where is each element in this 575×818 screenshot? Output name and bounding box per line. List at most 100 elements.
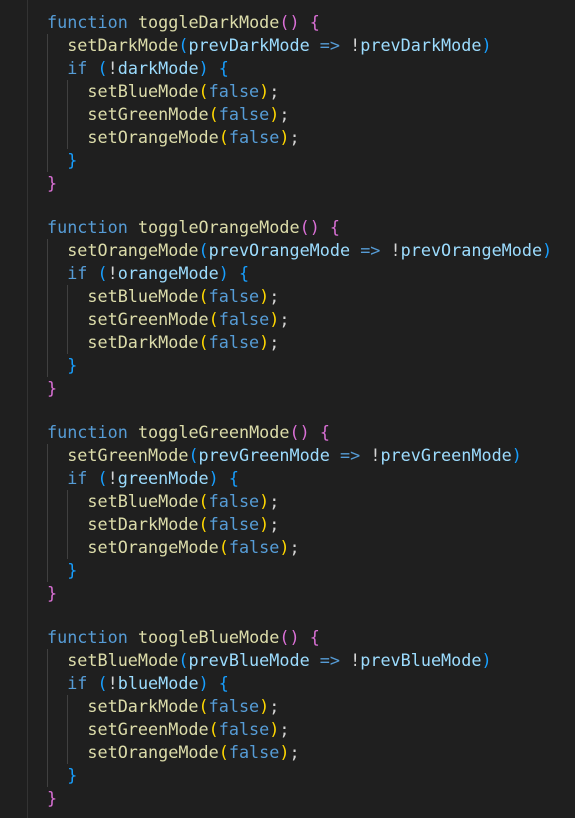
code-line[interactable]: setOrangeMode(prevOrangeMode => !prevOra… xyxy=(67,239,552,262)
setter-call: setBlueMode xyxy=(87,491,199,511)
brace: } xyxy=(47,173,58,193)
semicolon: ; xyxy=(269,491,280,511)
setter-call: setOrangeMode xyxy=(87,127,219,147)
code-line[interactable]: setDarkMode(false); xyxy=(87,695,279,718)
code-line[interactable]: setDarkMode(prevDarkMode => !prevDarkMod… xyxy=(67,34,491,57)
semicolon: ; xyxy=(289,742,300,762)
brace: { xyxy=(309,12,320,32)
code-line[interactable]: setDarkMode(false); xyxy=(87,513,279,536)
arrow-operator: => xyxy=(340,445,361,465)
false-literal: false xyxy=(208,696,260,716)
semicolon: ; xyxy=(289,537,300,557)
setter-call: setOrangeMode xyxy=(87,742,219,762)
code-line[interactable]: function toogleBlueMode() { xyxy=(47,626,320,649)
code-line[interactable]: } xyxy=(67,149,77,172)
setter-call: setBlueMode xyxy=(67,650,179,670)
code-line[interactable]: setBlueMode(false); xyxy=(87,285,279,308)
brace: } xyxy=(67,150,78,170)
paren: ( xyxy=(198,491,209,511)
paren: ( xyxy=(208,104,219,124)
code-line[interactable]: } xyxy=(47,377,57,400)
semicolon: ; xyxy=(279,719,290,739)
code-line[interactable]: setDarkMode(false); xyxy=(87,331,279,354)
false-literal: false xyxy=(218,104,270,124)
brace: { xyxy=(329,217,341,237)
if-keyword: if xyxy=(67,468,88,488)
function-name: toggleDarkMode xyxy=(137,12,280,32)
paren: ( xyxy=(198,81,209,101)
brace: { xyxy=(239,263,250,283)
code-line[interactable]: } xyxy=(67,354,77,377)
false-literal: false xyxy=(228,127,280,147)
paren: ( xyxy=(208,309,219,329)
semicolon: ; xyxy=(269,696,280,716)
false-literal: false xyxy=(228,742,280,762)
code-line[interactable]: if (!blueMode) { xyxy=(67,672,229,695)
code-line[interactable]: } xyxy=(47,582,57,605)
code-line[interactable]: if (!darkMode) { xyxy=(67,57,229,80)
if-keyword: if xyxy=(67,673,88,693)
false-literal: false xyxy=(218,309,270,329)
if-keyword: if xyxy=(67,58,88,78)
false-literal: false xyxy=(208,491,260,511)
code-line[interactable]: } xyxy=(67,559,77,582)
code-line[interactable]: setBlueMode(false); xyxy=(87,80,279,103)
setter-call: setDarkMode xyxy=(67,35,179,55)
arrow-param: prevDarkMode xyxy=(188,35,310,55)
code-line[interactable]: function toggleDarkMode() { xyxy=(47,11,320,34)
paren: ( xyxy=(218,537,229,557)
paren: ( xyxy=(198,240,209,260)
indent-guide xyxy=(67,490,68,559)
code-line[interactable]: } xyxy=(67,764,77,787)
not-operator: ! xyxy=(107,58,118,78)
brace: } xyxy=(67,765,78,785)
semicolon: ; xyxy=(279,104,290,124)
semicolon: ; xyxy=(269,81,280,101)
indent-guide xyxy=(67,285,68,354)
code-line[interactable]: function toggleOrangeMode() { xyxy=(47,216,340,239)
paren: ( xyxy=(198,696,209,716)
code-line[interactable]: if (!greenMode) { xyxy=(67,467,239,490)
code-line[interactable]: setOrangeMode(false); xyxy=(87,741,299,764)
code-line[interactable]: } xyxy=(47,172,57,195)
paren: ) xyxy=(481,35,492,55)
paren: ( xyxy=(198,514,209,534)
code-line[interactable]: setGreenMode(false); xyxy=(87,308,289,331)
paren: () xyxy=(299,217,320,237)
paren: ) xyxy=(269,719,280,739)
arrow-param: prevGreenMode xyxy=(198,445,330,465)
state-variable: greenMode xyxy=(117,468,209,488)
paren: ) xyxy=(511,445,522,465)
arrow-param: prevOrangeMode xyxy=(208,240,351,260)
code-line[interactable]: setBlueMode(false); xyxy=(87,490,279,513)
not-operator: ! xyxy=(350,650,361,670)
indent-guide xyxy=(47,239,48,377)
setter-call: setDarkMode xyxy=(87,696,199,716)
arrow-param-ref: prevDarkMode xyxy=(360,35,482,55)
code-line[interactable]: setGreenMode(false); xyxy=(87,718,289,741)
paren: ) xyxy=(279,127,290,147)
code-line[interactable]: function toggleGreenMode() { xyxy=(47,421,330,444)
code-line[interactable]: setGreenMode(prevGreenMode => !prevGreen… xyxy=(67,444,522,467)
semicolon: ; xyxy=(269,286,280,306)
code-line[interactable]: setBlueMode(prevBlueMode => !prevBlueMod… xyxy=(67,649,491,672)
code-editor[interactable]: function toggleDarkMode() {setDarkMode(p… xyxy=(0,0,575,818)
code-line[interactable]: setOrangeMode(false); xyxy=(87,536,299,559)
setter-call: setGreenMode xyxy=(87,309,209,329)
not-operator: ! xyxy=(107,263,118,283)
code-line[interactable]: if (!orangeMode) { xyxy=(67,262,249,285)
paren: () xyxy=(279,627,300,647)
false-literal: false xyxy=(228,537,280,557)
brace: } xyxy=(67,560,78,580)
false-literal: false xyxy=(208,332,260,352)
code-line[interactable]: setOrangeMode(false); xyxy=(87,126,299,149)
semicolon: ; xyxy=(289,127,300,147)
function-name: toogleBlueMode xyxy=(137,627,280,647)
state-variable: blueMode xyxy=(117,673,199,693)
code-line[interactable]: } xyxy=(47,787,57,810)
arrow-operator: => xyxy=(319,35,341,55)
state-variable: darkMode xyxy=(117,58,199,78)
code-line[interactable]: setGreenMode(false); xyxy=(87,103,289,126)
arrow-param-ref: prevOrangeMode xyxy=(400,240,543,260)
paren: ) xyxy=(259,332,270,352)
